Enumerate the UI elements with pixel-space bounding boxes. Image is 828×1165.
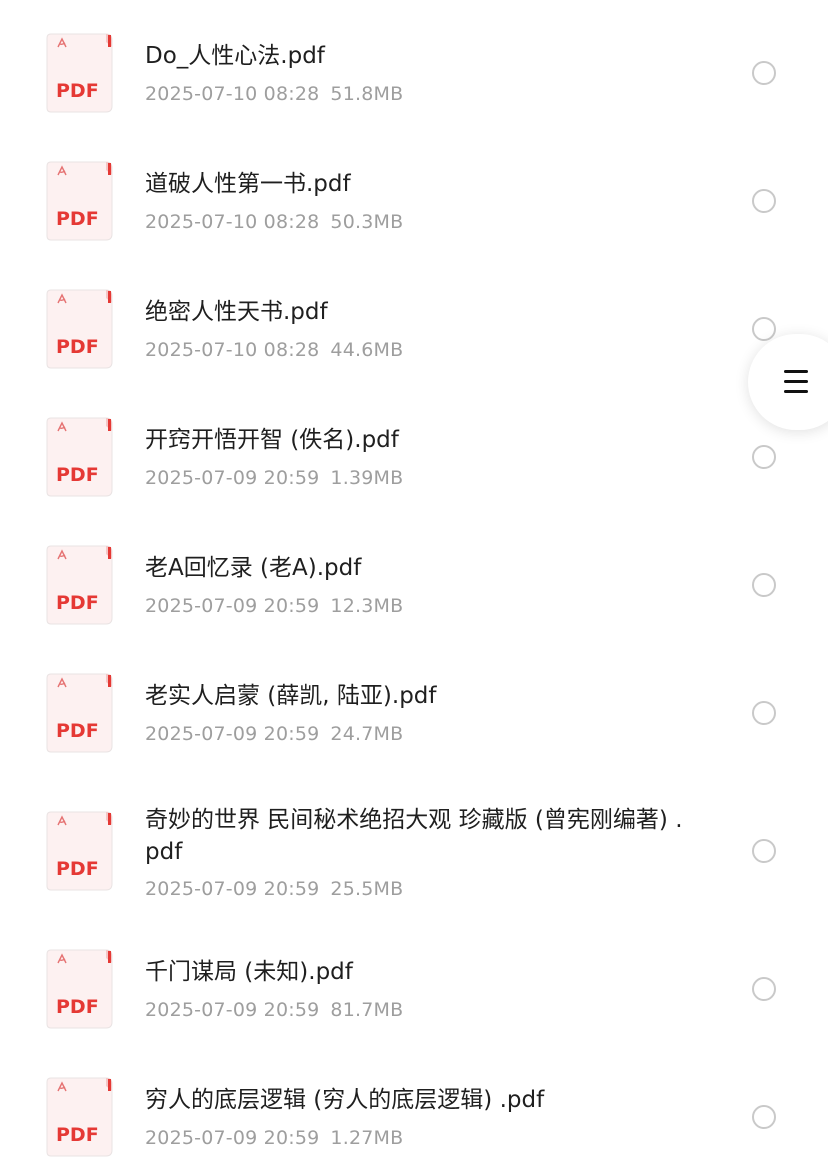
- file-date: 2025-07-09 20:59: [145, 595, 320, 617]
- file-size: 51.8MB: [330, 83, 404, 105]
- file-name: 穷人的底层逻辑 (穷人的底层逻辑) .pdf: [145, 1087, 545, 1113]
- file-name: Do_人性心法.pdf: [145, 43, 325, 69]
- file-meta: 2025-07-10 08:28 50.3MB: [145, 210, 403, 234]
- pdf-badge-text: PDF: [56, 720, 99, 742]
- file-meta: 2025-07-09 20:59 81.7MB: [145, 998, 403, 1022]
- file-row[interactable]: PDF 绝密人性天书.pdf 2025-07-10 08:28 44.6MB: [0, 256, 828, 384]
- file-name: 千门谋局 (未知).pdf: [145, 959, 353, 985]
- pdf-file-icon: PDF: [46, 545, 113, 625]
- select-radio[interactable]: [752, 445, 776, 469]
- pdf-badge-text: PDF: [56, 592, 99, 614]
- file-meta: 2025-07-10 08:28 51.8MB: [145, 82, 403, 106]
- file-meta: 2025-07-09 20:59 1.39MB: [145, 466, 403, 490]
- file-date: 2025-07-09 20:59: [145, 999, 320, 1021]
- file-size: 12.3MB: [330, 595, 404, 617]
- file-name: 道破人性第一书.pdf: [145, 171, 351, 197]
- file-meta: 2025-07-09 20:59 24.7MB: [145, 722, 403, 746]
- select-radio[interactable]: [752, 317, 776, 341]
- file-list: PDF Do_人性心法.pdf 2025-07-10 08:28 51.8MB P…: [0, 0, 828, 1165]
- pdf-badge-text: PDF: [56, 996, 99, 1018]
- file-row[interactable]: PDF 开窍开悟开智 (佚名).pdf 2025-07-09 20:59 1.39…: [0, 384, 828, 512]
- file-date: 2025-07-10 08:28: [145, 83, 320, 105]
- file-row[interactable]: PDF 道破人性第一书.pdf 2025-07-10 08:28 50.3MB: [0, 128, 828, 256]
- file-row[interactable]: PDF 老实人启蒙 (薛凯, 陆亚).pdf 2025-07-09 20:59 2…: [0, 640, 828, 768]
- select-radio[interactable]: [752, 977, 776, 1001]
- file-date: 2025-07-10 08:28: [145, 211, 320, 233]
- file-size: 1.39MB: [330, 467, 404, 489]
- file-date: 2025-07-09 20:59: [145, 723, 320, 745]
- pdf-file-icon: PDF: [46, 949, 113, 1029]
- select-radio[interactable]: [752, 189, 776, 213]
- file-size: 44.6MB: [330, 339, 404, 361]
- file-size: 81.7MB: [330, 999, 404, 1021]
- file-size: 1.27MB: [330, 1127, 404, 1149]
- file-date: 2025-07-10 08:28: [145, 339, 320, 361]
- file-meta: 2025-07-09 20:59 1.27MB: [145, 1126, 403, 1150]
- pdf-badge-text: PDF: [56, 464, 99, 486]
- file-row[interactable]: PDF 老A回忆录 (老A).pdf 2025-07-09 20:59 12.3M…: [0, 512, 828, 640]
- file-name: 老实人启蒙 (薛凯, 陆亚).pdf: [145, 683, 437, 709]
- file-size: 24.7MB: [330, 723, 404, 745]
- select-radio[interactable]: [752, 1105, 776, 1129]
- file-row[interactable]: PDF 穷人的底层逻辑 (穷人的底层逻辑) .pdf 2025-07-09 20…: [0, 1044, 828, 1165]
- pdf-badge-text: PDF: [56, 80, 99, 102]
- file-meta: 2025-07-10 08:28 44.6MB: [145, 338, 403, 362]
- file-date: 2025-07-09 20:59: [145, 1127, 320, 1149]
- file-date: 2025-07-09 20:59: [145, 467, 320, 489]
- pdf-file-icon: PDF: [46, 811, 113, 891]
- pdf-file-icon: PDF: [46, 161, 113, 241]
- file-meta: 2025-07-09 20:59 12.3MB: [145, 594, 403, 618]
- pdf-badge-text: PDF: [56, 858, 99, 880]
- pdf-file-icon: PDF: [46, 417, 113, 497]
- file-size: 50.3MB: [330, 211, 404, 233]
- pdf-file-icon: PDF: [46, 289, 113, 369]
- pdf-file-icon: PDF: [46, 33, 113, 113]
- pdf-badge-text: PDF: [56, 1124, 99, 1146]
- select-radio[interactable]: [752, 573, 776, 597]
- file-meta: 2025-07-09 20:59 25.5MB: [145, 877, 403, 901]
- file-size: 25.5MB: [330, 878, 404, 900]
- file-name: 开窍开悟开智 (佚名).pdf: [145, 427, 399, 453]
- file-date: 2025-07-09 20:59: [145, 878, 320, 900]
- select-radio[interactable]: [752, 701, 776, 725]
- file-name: 绝密人性天书.pdf: [145, 299, 328, 325]
- hamburger-menu-icon: [784, 370, 808, 394]
- file-row[interactable]: PDF 奇妙的世界 民间秘术绝招大观 珍藏版 (曾宪刚编著) .pdf 2025…: [0, 768, 828, 932]
- pdf-badge-text: PDF: [56, 336, 99, 358]
- file-name: 奇妙的世界 民间秘术绝招大观 珍藏版 (曾宪刚编著) .pdf: [145, 807, 683, 865]
- file-name: 老A回忆录 (老A).pdf: [145, 555, 362, 581]
- pdf-file-icon: PDF: [46, 1077, 113, 1157]
- pdf-badge-text: PDF: [56, 208, 99, 230]
- select-radio[interactable]: [752, 839, 776, 863]
- file-row[interactable]: PDF Do_人性心法.pdf 2025-07-10 08:28 51.8MB: [0, 0, 828, 128]
- select-radio[interactable]: [752, 61, 776, 85]
- pdf-file-icon: PDF: [46, 673, 113, 753]
- file-row[interactable]: PDF 千门谋局 (未知).pdf 2025-07-09 20:59 81.7MB: [0, 916, 828, 1044]
